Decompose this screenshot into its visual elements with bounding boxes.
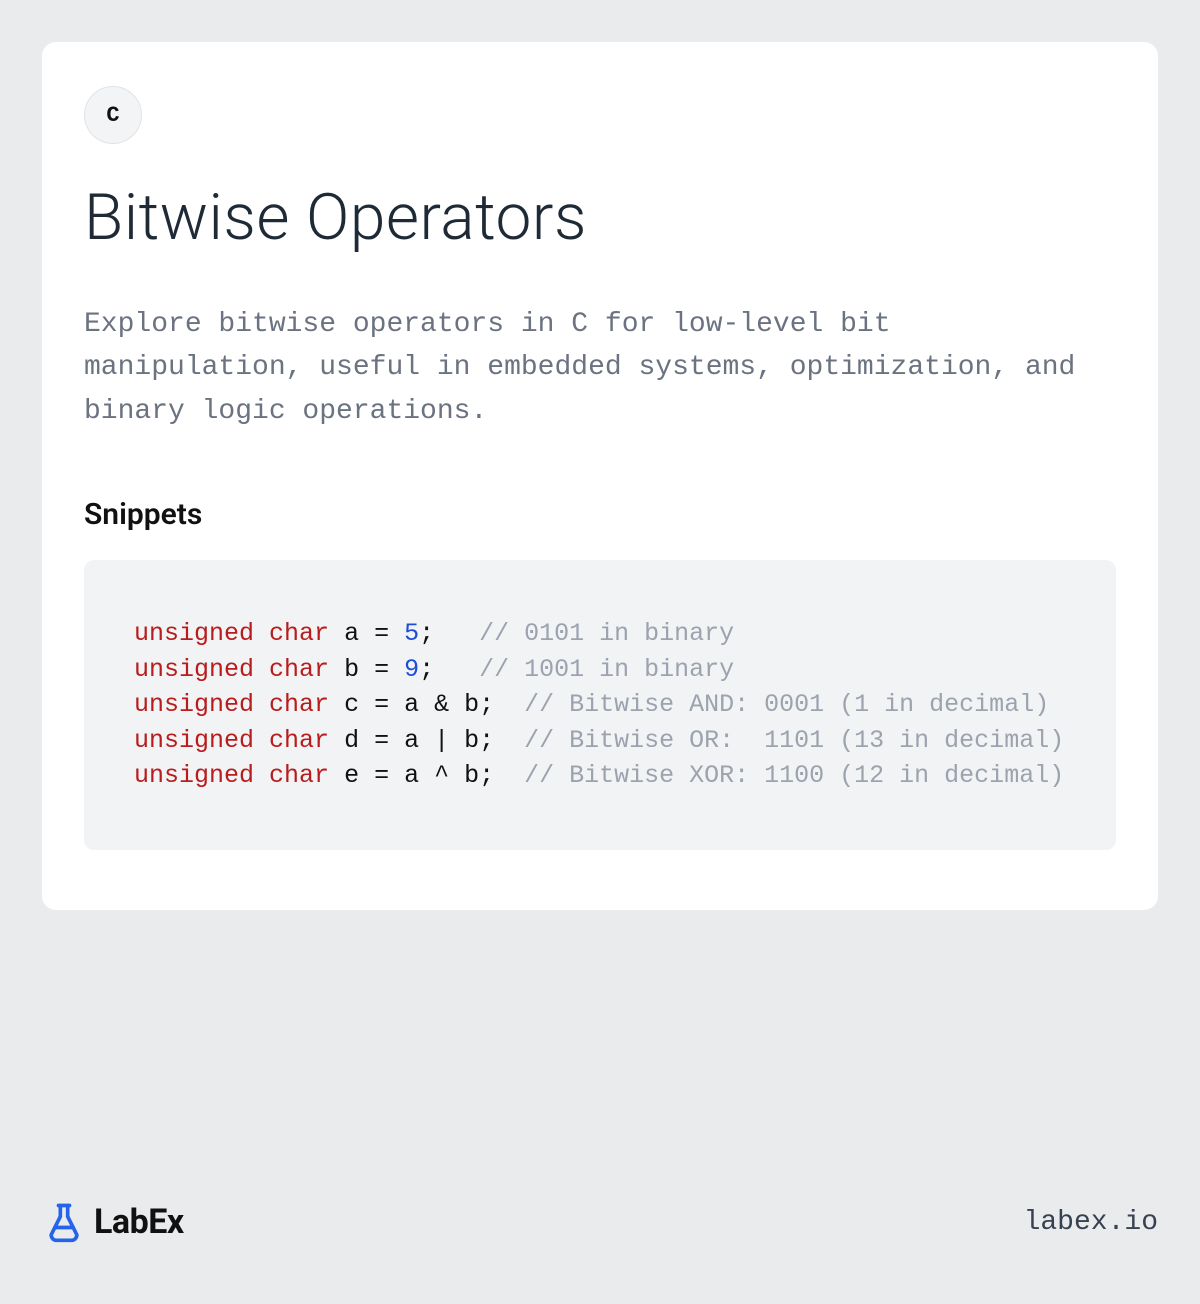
code-token-keyword: char xyxy=(269,619,329,648)
code-token-keyword: unsigned xyxy=(134,619,254,648)
code-token-keyword: unsigned xyxy=(134,761,254,790)
code-token-keyword: unsigned xyxy=(134,726,254,755)
code-token xyxy=(254,726,269,755)
code-content: unsigned char a = 5; // 0101 in binary u… xyxy=(134,619,1064,790)
code-token-comment: // Bitwise OR: 1101 (13 in decimal) xyxy=(524,726,1064,755)
page-footer: LabEx labex.io xyxy=(42,1200,1158,1244)
code-token: b = xyxy=(329,655,404,684)
code-token-keyword: char xyxy=(269,690,329,719)
code-token-keyword: unsigned xyxy=(134,690,254,719)
code-snippet: unsigned char a = 5; // 0101 in binary u… xyxy=(84,560,1116,850)
code-token-number: 9 xyxy=(404,655,419,684)
language-badge: C xyxy=(84,86,142,144)
brand: LabEx xyxy=(42,1200,184,1244)
code-token-comment: // 1001 in binary xyxy=(479,655,734,684)
code-token: ; xyxy=(419,655,479,684)
site-url: labex.io xyxy=(1024,1207,1158,1238)
page-description: Explore bitwise operators in C for low-l… xyxy=(84,303,1116,433)
code-token: e = a ^ b; xyxy=(329,761,524,790)
code-token-comment: // Bitwise XOR: 1100 (12 in decimal) xyxy=(524,761,1064,790)
code-token: a = xyxy=(329,619,404,648)
code-token xyxy=(254,655,269,684)
code-token: ; xyxy=(419,619,479,648)
code-token-comment: // Bitwise AND: 0001 (1 in decimal) xyxy=(524,690,1049,719)
brand-name: LabEx xyxy=(94,1202,184,1242)
code-token-keyword: char xyxy=(269,761,329,790)
code-token xyxy=(254,690,269,719)
code-token: d = a | b; xyxy=(329,726,524,755)
snippets-heading: Snippets xyxy=(84,497,1116,532)
content-card: C Bitwise Operators Explore bitwise oper… xyxy=(42,42,1158,910)
code-token: c = a & b; xyxy=(329,690,524,719)
code-token-number: 5 xyxy=(404,619,419,648)
code-token-comment: // 0101 in binary xyxy=(479,619,734,648)
code-token xyxy=(254,619,269,648)
code-token xyxy=(254,761,269,790)
code-token-keyword: char xyxy=(269,655,329,684)
code-token-keyword: unsigned xyxy=(134,655,254,684)
language-badge-label: C xyxy=(106,103,119,128)
code-token-keyword: char xyxy=(269,726,329,755)
page-title: Bitwise Operators xyxy=(84,180,1116,255)
brand-flask-icon xyxy=(42,1200,86,1244)
